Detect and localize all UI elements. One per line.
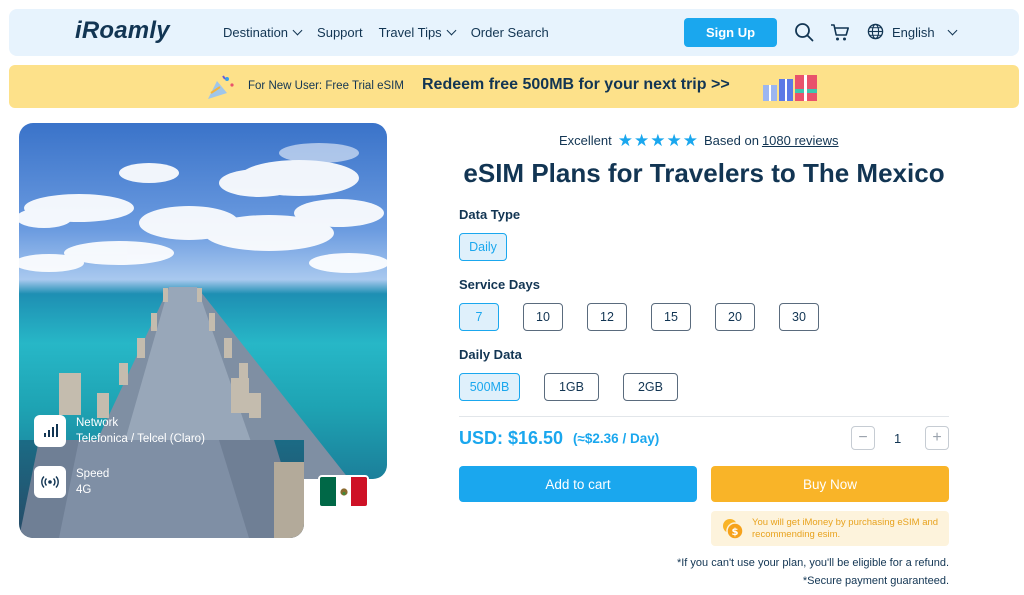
star-icon: ★ [682, 131, 698, 150]
language-selector[interactable]: English [867, 9, 958, 56]
search-icon[interactable] [793, 21, 815, 43]
main-nav: Destination Support Travel Tips Order Se… [223, 9, 549, 56]
quantity-value: 1 [894, 431, 902, 446]
nav-support-label: Support [317, 25, 363, 40]
imoney-notice: $ You will get iMoney by purchasing eSIM… [711, 511, 949, 546]
daily-data-option-1gb[interactable]: 1GB [544, 373, 599, 401]
data-type-option-daily[interactable]: Daily [459, 233, 507, 261]
cart-icon[interactable] [829, 21, 851, 43]
nav-order-search[interactable]: Order Search [471, 25, 549, 40]
nav-travel-tips[interactable]: Travel Tips [378, 25, 457, 40]
nav-order-search-label: Order Search [470, 25, 549, 40]
speed-label: Speed [76, 468, 110, 480]
data-type-label: Data Type [459, 207, 521, 222]
speed-value: 4G [76, 484, 92, 496]
service-days-option-10[interactable]: 10 [523, 303, 563, 331]
star-icon: ★ [666, 131, 682, 150]
site-header: iRoamly Destination Support Travel Tips … [9, 9, 1019, 56]
service-days-option-7[interactable]: 7 [459, 303, 499, 331]
service-days-option-30[interactable]: 30 [779, 303, 819, 331]
page-title: eSIM Plans for Travelers to The Mexico [463, 158, 945, 188]
chevron-down-icon [947, 25, 958, 36]
service-days-option-20[interactable]: 20 [715, 303, 755, 331]
buy-now-button[interactable]: Buy Now [711, 466, 949, 502]
speed-info: Speed 4G [34, 466, 109, 498]
star-icon: ★ [617, 131, 633, 150]
coin-icon: $ [721, 517, 745, 546]
price-per-day: (≈$2.36 / Day) [573, 431, 660, 446]
party-popper-icon [205, 73, 237, 106]
promo-new-user-text: For New User: Free Trial eSIM [248, 80, 404, 92]
network-label: Network [76, 417, 119, 429]
service-days-option-15[interactable]: 15 [651, 303, 691, 331]
signal-waves-icon [34, 466, 66, 498]
signal-bars-icon [34, 415, 66, 447]
star-icon: ★ [650, 131, 666, 150]
daily-data-option-2gb[interactable]: 2GB [623, 373, 678, 401]
promo-redeem-link[interactable]: Redeem free 500MB for your next trip >> [422, 76, 730, 94]
mexico-flag-icon [318, 475, 369, 508]
sign-up-button[interactable]: Sign Up [684, 18, 777, 47]
reviews-link[interactable]: 1080 reviews [762, 133, 839, 148]
logo[interactable]: iRoamly [75, 17, 170, 45]
divider [459, 416, 949, 417]
gift-boxes-icon [761, 71, 821, 108]
star-icon: ★ [634, 131, 650, 150]
service-days-option-12[interactable]: 12 [587, 303, 627, 331]
svg-text:$: $ [732, 527, 739, 538]
promo-banner[interactable]: For New User: Free Trial eSIM Redeem fre… [9, 65, 1019, 108]
secure-payment-note: *Secure payment guaranteed. [802, 575, 949, 587]
nav-support[interactable]: Support [317, 25, 363, 40]
based-on-text: Based on [704, 133, 759, 148]
service-days-label: Service Days [459, 277, 540, 292]
chevron-down-icon [446, 25, 457, 36]
nav-destination[interactable]: Destination [223, 25, 303, 40]
daily-data-label: Daily Data [459, 347, 522, 362]
network-info: Network Telefonica / Telcel (Claro) [34, 415, 205, 447]
add-to-cart-button[interactable]: Add to cart [459, 466, 697, 502]
globe-icon [867, 23, 884, 43]
quantity-increase-button[interactable]: + [925, 426, 949, 450]
daily-data-option-500mb[interactable]: 500MB [459, 373, 520, 401]
price: USD: $16.50 [459, 428, 564, 448]
imoney-text: You will get iMoney by purchasing eSIM a… [752, 517, 939, 540]
quantity-decrease-button[interactable]: − [851, 426, 875, 450]
network-value: Telefonica / Telcel (Claro) [76, 433, 205, 445]
chevron-down-icon [292, 25, 303, 36]
nav-travel-tips-label: Travel Tips [378, 25, 442, 40]
rating-stars: ★ ★ ★ ★ ★ [618, 132, 698, 149]
rating-label: Excellent [559, 133, 612, 148]
rating-summary: Excellent ★ ★ ★ ★ ★ Based on 1080 review… [559, 132, 839, 149]
refund-note: *If you can't use your plan, you'll be e… [676, 557, 949, 569]
nav-destination-label: Destination [223, 25, 289, 40]
language-label: English [892, 25, 935, 40]
